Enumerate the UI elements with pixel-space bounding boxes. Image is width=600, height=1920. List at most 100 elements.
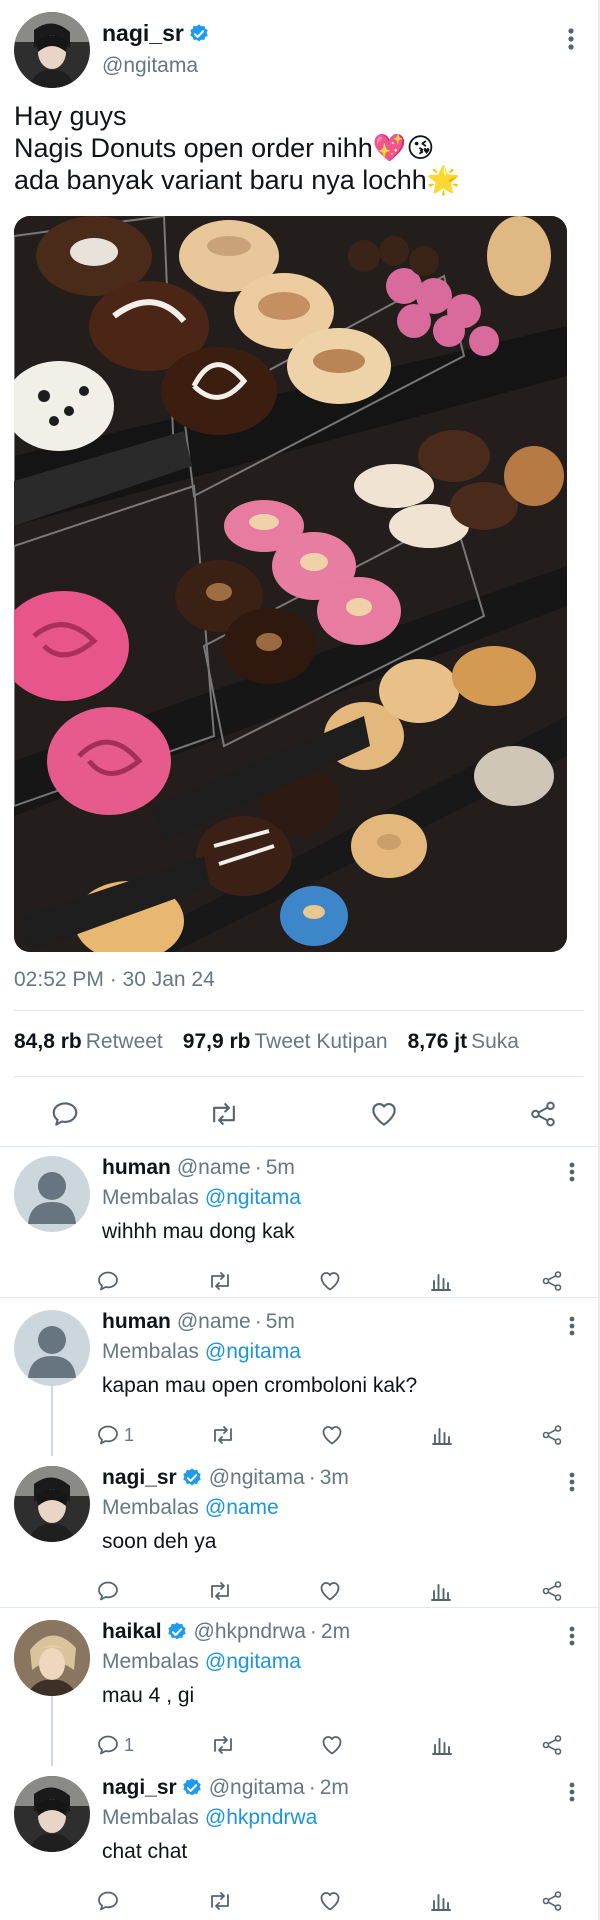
tweet-text-line: Hay guys: [14, 101, 127, 131]
analytics-icon[interactable]: [429, 1884, 463, 1918]
handle[interactable]: @ngitama: [209, 1776, 305, 1800]
more-icon[interactable]: [560, 1314, 584, 1338]
thread-line: [51, 1696, 53, 1766]
display-name[interactable]: haikal: [102, 1620, 162, 1644]
reply-action-bar: [96, 1264, 574, 1298]
more-icon[interactable]: [560, 1780, 584, 1804]
reply-action-bar: 1: [96, 1728, 574, 1762]
retweet-icon[interactable]: [207, 1264, 241, 1298]
mention-link[interactable]: @name: [205, 1496, 279, 1519]
handle[interactable]: @name: [177, 1156, 251, 1180]
divider: [14, 1076, 584, 1077]
handle[interactable]: @name: [177, 1310, 251, 1334]
handle[interactable]: @ngitama: [102, 54, 198, 78]
reply-time[interactable]: 2m: [321, 1620, 350, 1644]
like-icon[interactable]: [367, 1097, 401, 1131]
like-icon[interactable]: [318, 1574, 352, 1608]
reply-time[interactable]: 2m: [320, 1776, 349, 1800]
replying-label: Membalas: [102, 1186, 199, 1209]
reply-text: kapan mau open cromboloni kak?: [102, 1374, 418, 1397]
analytics-icon[interactable]: [430, 1418, 464, 1452]
verified-badge-icon: [181, 1467, 203, 1489]
mention-link[interactable]: @hkpndrwa: [205, 1806, 317, 1829]
stat-label: Retweet: [85, 1030, 163, 1053]
reply-header: human @name · 5m: [102, 1310, 295, 1334]
reply-text: wihhh mau dong kak: [102, 1220, 295, 1243]
reply-text: mau 4 , gi: [102, 1684, 195, 1707]
handle[interactable]: @hkpndrwa: [194, 1620, 306, 1644]
separator-dot: ·: [309, 1620, 317, 1643]
share-icon[interactable]: [540, 1728, 574, 1762]
retweet-icon[interactable]: [207, 1097, 241, 1131]
analytics-icon[interactable]: [429, 1574, 463, 1608]
display-name[interactable]: nagi_sr: [102, 1466, 177, 1490]
reply-action-bar: [96, 1884, 574, 1918]
avatar[interactable]: [14, 1466, 90, 1542]
retweet-icon[interactable]: [210, 1728, 244, 1762]
share-icon[interactable]: [540, 1884, 574, 1918]
like-icon[interactable]: [320, 1728, 354, 1762]
reply-time[interactable]: 5m: [266, 1156, 295, 1180]
reply-icon[interactable]: 1: [96, 1728, 134, 1762]
display-name[interactable]: nagi_sr: [102, 1776, 177, 1800]
verified-badge-icon: [188, 23, 210, 45]
separator-dot: ·: [254, 1310, 262, 1333]
replying-to: Membalas @hkpndrwa: [102, 1806, 317, 1830]
share-icon[interactable]: [526, 1097, 560, 1131]
handle[interactable]: @ngitama: [209, 1466, 305, 1490]
like-stat[interactable]: 8,76 jt Suka: [408, 1030, 519, 1054]
name-row: nagi_sr: [102, 20, 210, 47]
like-icon[interactable]: [318, 1264, 352, 1298]
reply-icon[interactable]: 1: [96, 1418, 134, 1452]
reply-tweet: human @name · 5m Membalas @ngitama kapan …: [0, 1300, 598, 1456]
reply-icon[interactable]: [96, 1264, 130, 1298]
divider: [14, 1010, 584, 1011]
replying-to: Membalas @name: [102, 1496, 279, 1520]
analytics-icon[interactable]: [429, 1264, 463, 1298]
retweet-icon[interactable]: [207, 1574, 241, 1608]
reply-tweet: nagi_sr @ngitama · 3m Membalas @name soon…: [0, 1456, 598, 1608]
separator-dot: ·: [308, 1776, 316, 1799]
display-name[interactable]: human: [102, 1156, 171, 1180]
share-icon[interactable]: [540, 1264, 574, 1298]
display-name[interactable]: nagi_sr: [102, 20, 184, 47]
stat-label: Suka: [471, 1030, 519, 1053]
tweet-media-image[interactable]: [14, 216, 567, 952]
stat-value: 8,76 jt: [407, 1030, 468, 1053]
tweet-timestamp[interactable]: 02:52 PM · 30 Jan 24: [14, 968, 215, 992]
more-icon[interactable]: [560, 1624, 584, 1648]
avatar[interactable]: [14, 1620, 90, 1696]
retweet-stat[interactable]: 84,8 rb Retweet: [14, 1030, 163, 1054]
like-icon[interactable]: [320, 1418, 354, 1452]
display-name[interactable]: human: [102, 1310, 171, 1334]
more-icon[interactable]: [560, 1160, 584, 1184]
reply-icon[interactable]: [48, 1097, 82, 1131]
analytics-icon[interactable]: [430, 1728, 464, 1762]
reply-action-bar: 1: [96, 1418, 574, 1452]
avatar[interactable]: [14, 12, 90, 88]
reply-time[interactable]: 5m: [266, 1310, 295, 1334]
retweet-icon[interactable]: [207, 1884, 241, 1918]
quote-tweet-stat[interactable]: 97,9 rb Tweet Kutipan: [183, 1030, 388, 1054]
mention-link[interactable]: @ngitama: [205, 1340, 301, 1363]
mention-link[interactable]: @ngitama: [205, 1186, 301, 1209]
reply-time[interactable]: 3m: [320, 1466, 349, 1490]
more-icon[interactable]: [558, 26, 584, 52]
retweet-icon[interactable]: [210, 1418, 244, 1452]
avatar[interactable]: [14, 1156, 90, 1232]
share-icon[interactable]: [540, 1574, 574, 1608]
mention-link[interactable]: @ngitama: [205, 1650, 301, 1673]
reply-count: 1: [124, 1424, 135, 1445]
avatar[interactable]: [14, 1310, 90, 1386]
reply-tweet: human @name · 5m Membalas @ngitama wihhh …: [0, 1146, 598, 1298]
replying-to: Membalas @ngitama: [102, 1650, 301, 1674]
share-icon[interactable]: [540, 1418, 574, 1452]
tweet-action-bar: [14, 1090, 584, 1138]
reply-icon[interactable]: [96, 1574, 130, 1608]
reply-icon[interactable]: [96, 1884, 130, 1918]
like-icon[interactable]: [318, 1884, 352, 1918]
avatar[interactable]: [14, 1776, 90, 1852]
reply-header: human @name · 5m: [102, 1156, 295, 1180]
more-icon[interactable]: [560, 1470, 584, 1494]
reply-header: nagi_sr @ngitama · 3m: [102, 1466, 349, 1490]
